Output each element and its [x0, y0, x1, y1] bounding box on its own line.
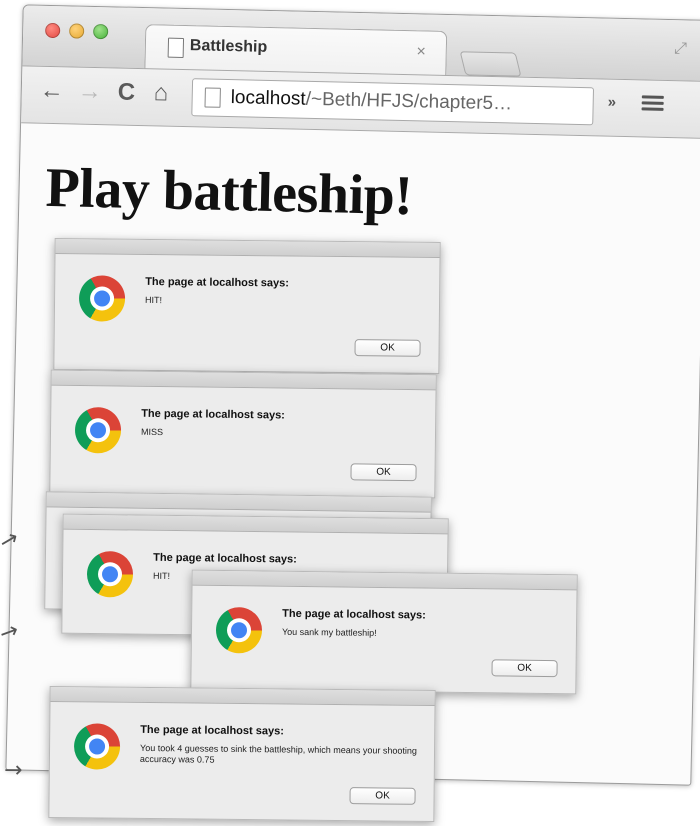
- page-heading: Play battleship!: [44, 156, 414, 228]
- url-path: /~Beth/HFJS/chapter5…: [305, 88, 513, 115]
- dialog-message: MISS: [140, 426, 164, 438]
- ok-button[interactable]: OK: [350, 463, 417, 482]
- ok-button[interactable]: OK: [491, 659, 558, 678]
- dialog-title-strip: [46, 492, 431, 513]
- chrome-logo-icon: [215, 606, 263, 654]
- alert-dialog-sank: The page at localhost says: You sank my …: [190, 569, 578, 695]
- chrome-logo-icon: [78, 275, 126, 322]
- dialog-title: The page at localhost says:: [153, 551, 297, 566]
- window-minimize-icon[interactable]: [69, 23, 85, 39]
- tab-title: Battleship: [189, 37, 268, 56]
- hamburger-menu-icon[interactable]: [641, 92, 664, 113]
- dialog-title-strip: [50, 686, 435, 707]
- new-tab-button[interactable]: [459, 51, 522, 77]
- home-icon[interactable]: ⌂: [153, 79, 168, 107]
- ok-button[interactable]: OK: [354, 339, 421, 357]
- dialog-title: The page at localhost says:: [145, 275, 289, 290]
- overflow-chevron-icon[interactable]: »: [608, 94, 617, 111]
- reload-icon[interactable]: C: [117, 78, 136, 106]
- address-bar[interactable]: localhost/~Beth/HFJS/chapter5…: [191, 78, 595, 126]
- chrome-logo-icon: [86, 550, 134, 598]
- window-zoom-icon[interactable]: [93, 23, 109, 40]
- dialog-title: The page at localhost says:: [141, 407, 285, 422]
- window-close-icon[interactable]: [45, 22, 61, 39]
- dialog-title-strip: [55, 238, 440, 259]
- dialog-message: You sank my battleship!: [281, 626, 377, 638]
- dialog-title-strip: [51, 370, 436, 391]
- url-host: localhost: [230, 87, 306, 110]
- tab-close-icon[interactable]: ×: [416, 43, 426, 61]
- dialog-title-strip: [63, 514, 448, 535]
- back-arrow-icon[interactable]: ←: [40, 77, 65, 106]
- alert-dialog-hit: The page at localhost says: HIT! OK: [53, 237, 441, 375]
- alert-dialog-accuracy: The page at localhost says: You took 4 g…: [48, 685, 436, 823]
- dialog-title: The page at localhost says:: [140, 723, 284, 738]
- forward-arrow-icon[interactable]: →: [77, 78, 103, 107]
- alert-dialog-miss: The page at localhost says: MISS OK: [49, 369, 437, 499]
- page-document-icon: [204, 87, 221, 108]
- dialog-message: HIT!: [145, 294, 163, 306]
- page-document-icon: [167, 37, 185, 58]
- url-text: localhost/~Beth/HFJS/chapter5…: [230, 87, 512, 115]
- dialog-message: HIT!: [152, 570, 171, 581]
- chrome-logo-icon: [74, 406, 122, 454]
- chrome-logo-icon: [73, 723, 121, 770]
- dialog-title-strip: [192, 570, 577, 591]
- dialog-title: The page at localhost says:: [282, 607, 426, 622]
- ok-button[interactable]: OK: [349, 787, 416, 805]
- annotation-arrow-icon: →: [4, 758, 23, 783]
- dialog-message: You took 4 guesses to sink the battleshi…: [139, 742, 417, 765]
- fullscreen-icon[interactable]: ⤢: [674, 40, 687, 58]
